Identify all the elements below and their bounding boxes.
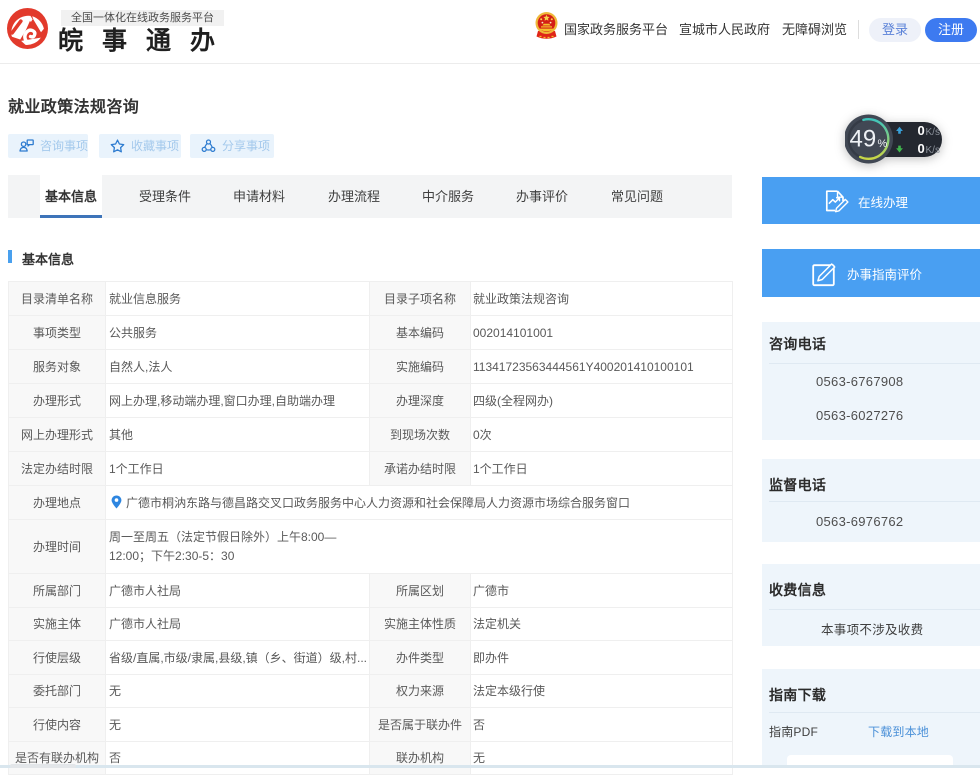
- svg-text:0: 0: [918, 141, 925, 156]
- svg-text:K/s: K/s: [926, 127, 940, 138]
- svg-text:49: 49: [850, 126, 877, 153]
- svg-text:%: %: [878, 138, 888, 150]
- svg-text:0: 0: [918, 123, 925, 138]
- svg-text:K/s: K/s: [926, 145, 940, 156]
